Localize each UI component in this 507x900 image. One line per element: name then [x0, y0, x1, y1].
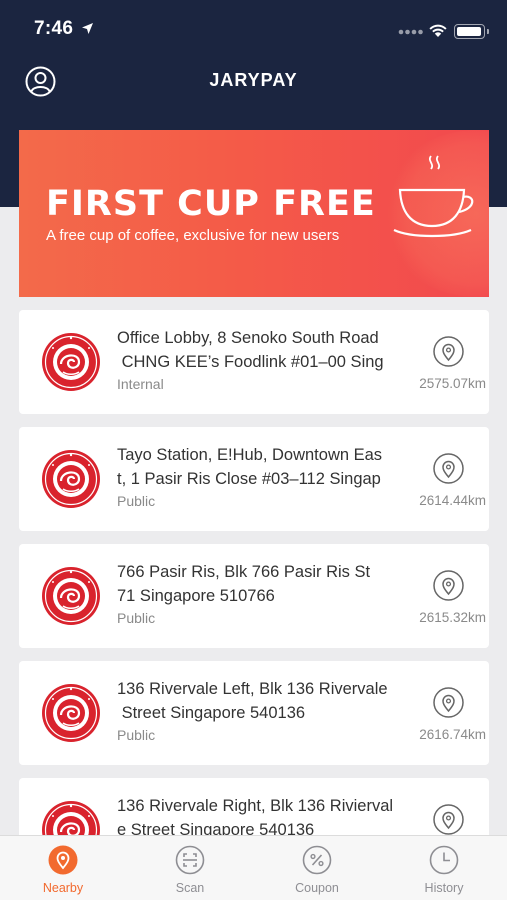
location-address: 136 Rivervale Left, Blk 136 Rivervale St… [117, 680, 388, 722]
location-distance: 2616.74km [419, 727, 486, 742]
location-pin-icon [48, 845, 78, 875]
tab-bar: Nearby Scan Coupon History [0, 835, 507, 900]
wifi-icon [429, 24, 447, 37]
location-card[interactable]: 136 Rivervale Left, Blk 136 Rivervale St… [19, 661, 489, 765]
tab-nearby[interactable]: Nearby [0, 836, 126, 900]
location-arrow-icon [82, 23, 93, 34]
location-address: Office Lobby, 8 Senoko South Road CHNG K… [117, 329, 384, 371]
location-address: Tayo Station, E!Hub, Downtown Eas t, 1 P… [117, 446, 383, 488]
location-type: Public [117, 610, 156, 626]
location-distance: 2615.32km [419, 610, 486, 625]
map-pin-icon[interactable] [433, 570, 464, 601]
tab-scan[interactable]: Scan [127, 836, 253, 900]
promo-banner[interactable]: FIRST CUP FREE A free cup of coffee, exc… [19, 130, 489, 297]
yokafe-logo [42, 684, 100, 742]
yokafe-logo [42, 567, 100, 625]
coffee-cup-icon [393, 155, 474, 238]
status-time: 7:46 [34, 18, 74, 39]
battery-icon [454, 24, 489, 39]
location-distance: 2575.07km [419, 376, 486, 391]
coupon-icon [302, 845, 332, 875]
location-distance: 2614.44km [419, 493, 486, 508]
location-card[interactable]: 766 Pasir Ris, Blk 766 Pasir Ris St 71 S… [19, 544, 489, 648]
tab-label-coupon: Coupon [295, 881, 339, 895]
tab-history[interactable]: History [381, 836, 507, 900]
tab-label-scan: Scan [175, 881, 205, 895]
banner-subtitle: A free cup of coffee, exclusive for new … [46, 227, 340, 244]
scan-icon [175, 845, 205, 875]
yokafe-logo [42, 450, 100, 508]
location-card[interactable]: Tayo Station, E!Hub, Downtown Eas t, 1 P… [19, 427, 489, 531]
status-bar: 7:46 [0, 0, 507, 60]
yokafe-logo [42, 333, 100, 391]
tab-label-history: History [424, 881, 464, 895]
location-type: Internal [117, 376, 164, 392]
location-type: Public [117, 727, 156, 743]
location-address: 766 Pasir Ris, Blk 766 Pasir Ris St 71 S… [117, 563, 371, 605]
map-pin-icon[interactable] [433, 687, 464, 718]
tab-label-nearby: Nearby [42, 881, 84, 895]
signal-icon [398, 29, 423, 35]
tab-coupon[interactable]: Coupon [254, 836, 380, 900]
location-card[interactable]: Office Lobby, 8 Senoko South Road CHNG K… [19, 310, 489, 414]
map-pin-icon[interactable] [433, 453, 464, 484]
banner-headline: FIRST CUP FREE [46, 184, 376, 224]
location-type: Public [117, 493, 156, 509]
clock-icon [429, 845, 459, 875]
app-title: JARYPAY [209, 70, 298, 90]
map-pin-icon[interactable] [433, 336, 464, 367]
map-pin-icon[interactable] [433, 804, 464, 835]
